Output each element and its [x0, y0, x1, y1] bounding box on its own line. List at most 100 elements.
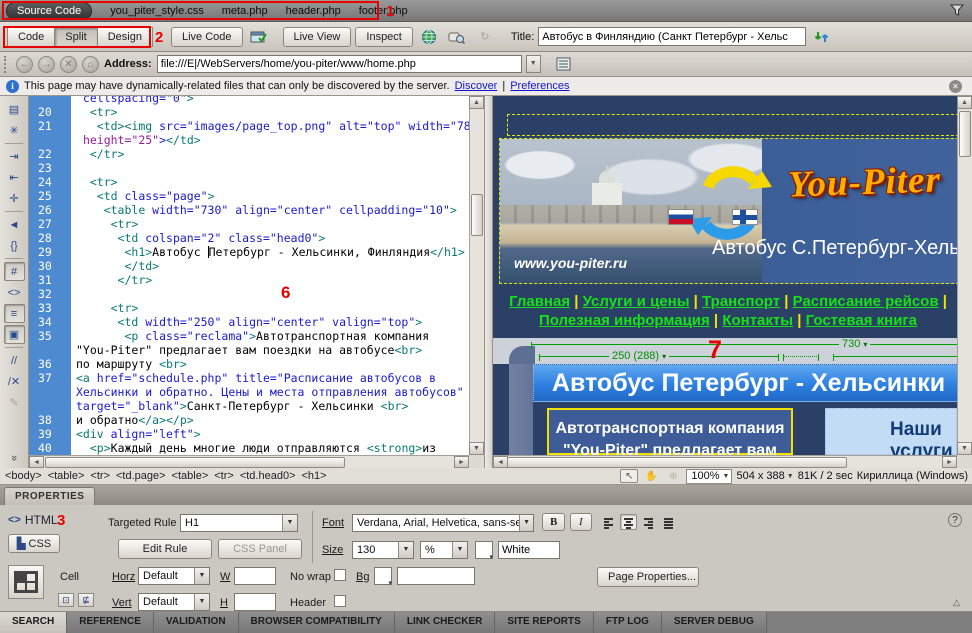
line-numbers-icon[interactable]: #: [4, 262, 25, 281]
discover-link[interactable]: Discover: [455, 80, 498, 92]
scroll-right-icon[interactable]: ►: [942, 456, 957, 468]
bg-color-swatch[interactable]: [374, 567, 392, 585]
code-line[interactable]: 23: [29, 161, 469, 175]
code-navigator-icon[interactable]: ▣: [4, 325, 25, 344]
code-line[interactable]: 28 <td colspan="2" class="head0">: [29, 231, 469, 245]
scroll-up-icon[interactable]: ▲: [469, 96, 484, 109]
html-mode-button[interactable]: <> HTML: [8, 513, 60, 527]
cell-height-input[interactable]: [234, 593, 276, 611]
nav-link[interactable]: Главная: [509, 293, 570, 310]
cell-width-input[interactable]: [234, 567, 276, 585]
remove-comment-icon[interactable]: /✕: [4, 372, 25, 391]
code-line[interactable]: 24 <tr>: [29, 175, 469, 189]
edit-rule-button[interactable]: Edit Rule: [118, 539, 212, 559]
forward-icon[interactable]: →: [38, 56, 55, 73]
results-tab-site-reports[interactable]: SITE REPORTS: [495, 612, 593, 633]
check-browser-compatibility-icon[interactable]: [247, 27, 271, 47]
nav-link[interactable]: Полезная информация: [539, 312, 710, 329]
back-icon[interactable]: ←: [16, 56, 33, 73]
column-width-label-250[interactable]: 250 (288) ▾: [609, 350, 669, 362]
highlight-invalid-code-icon[interactable]: <>: [4, 283, 25, 302]
results-tab-link-checker[interactable]: LINK CHECKER: [395, 612, 496, 633]
targeted-rule-combo[interactable]: H1▼: [180, 514, 298, 532]
code-line[interactable]: 20 <tr>: [29, 105, 469, 119]
code-line[interactable]: 30 </td>: [29, 259, 469, 273]
scroll-more-icon[interactable]: »: [8, 455, 20, 461]
tag-selector-item[interactable]: <body>: [5, 470, 42, 482]
show-live-code-icon[interactable]: ✳: [4, 121, 25, 140]
split-view-button[interactable]: Split: [54, 27, 97, 47]
design-vertical-scrollbar[interactable]: ▲ ▼: [957, 96, 972, 455]
nowrap-checkbox[interactable]: [334, 569, 346, 581]
select-tool-icon[interactable]: ↖: [620, 469, 638, 483]
code-line[interactable]: 36по маршруту <br>: [29, 357, 469, 371]
table-width-line-730[interactable]: 730 ▾: [531, 344, 957, 345]
open-documents-icon[interactable]: ▤: [4, 100, 25, 119]
css-panel-button[interactable]: CSS Panel: [218, 539, 302, 559]
code-line[interactable]: 39<div align="left">: [29, 427, 469, 441]
reclama-cell[interactable]: Автотранспортная компания "You-Piter" пр…: [547, 408, 793, 455]
unit-combo[interactable]: %▼: [420, 541, 468, 559]
align-left-icon[interactable]: [600, 514, 617, 530]
design-vscroll-thumb[interactable]: [959, 111, 971, 157]
results-tab-reference[interactable]: REFERENCE: [67, 612, 154, 633]
horz-combo[interactable]: Default▼: [138, 567, 210, 585]
align-center-icon[interactable]: [620, 514, 637, 530]
code-horizontal-scrollbar[interactable]: ◄ ►: [29, 455, 469, 468]
tag-selector-item[interactable]: <td.page>: [116, 470, 166, 482]
code-line[interactable]: 26 <table width="730" align="center" cel…: [29, 203, 469, 217]
zoom-tool-icon[interactable]: ⊕: [664, 469, 682, 483]
tag-selector-item[interactable]: <table>: [48, 470, 85, 482]
related-file-tab[interactable]: meta.php: [222, 5, 268, 17]
size-combo[interactable]: 130▼: [352, 541, 414, 559]
code-line[interactable]: 29 <h1>Автобус Петербург - Хельсинки, Фи…: [29, 245, 469, 259]
merge-cells-icon[interactable]: ⊡: [58, 593, 74, 607]
design-canvas[interactable]: You-Piter Автобус С.Петербург-Хельсинки …: [493, 96, 957, 455]
page-heading-h1[interactable]: Автобус Петербург - Хельсинки: [533, 364, 957, 402]
code-line[interactable]: 25 <td class="page">: [29, 189, 469, 203]
column-width-line-250[interactable]: 250 (288) ▾: [539, 356, 779, 357]
balance-braces-icon[interactable]: {}: [4, 236, 25, 255]
code-line[interactable]: cellspacing="0">: [29, 96, 469, 105]
design-view[interactable]: You-Piter Автобус С.Петербург-Хельсинки …: [493, 96, 972, 468]
tag-selector-item[interactable]: <h1>: [302, 470, 327, 482]
code-lines[interactable]: cellspacing="0">20 <tr>21 <td><img src="…: [29, 96, 469, 455]
code-view-button[interactable]: Code: [7, 27, 55, 47]
preferences-link[interactable]: Preferences: [510, 80, 569, 92]
results-tab-search[interactable]: SEARCH: [0, 612, 67, 633]
results-tab-server-debug[interactable]: SERVER DEBUG: [662, 612, 767, 633]
properties-tab[interactable]: PROPERTIES: [4, 487, 95, 505]
code-line[interactable]: 21 <td><img src="images/page_top.png" al…: [29, 119, 469, 133]
align-justify-icon[interactable]: [660, 514, 677, 530]
tag-selector-item[interactable]: <tr>: [214, 470, 234, 482]
related-file-tab[interactable]: header.php: [286, 5, 341, 17]
select-parent-tag-icon[interactable]: ◄: [4, 215, 25, 234]
document-title-input[interactable]: [538, 27, 806, 46]
align-right-icon[interactable]: [640, 514, 657, 530]
collapse-selection-icon[interactable]: ⇤: [4, 168, 25, 187]
results-tab-ftp-log[interactable]: FTP LOG: [594, 612, 662, 633]
site-banner[interactable]: You-Piter Автобус С.Петербург-Хельсинки …: [499, 138, 957, 284]
results-tab-browser-compatibility[interactable]: BROWSER COMPATIBILITY: [239, 612, 395, 633]
file-management-icon[interactable]: [810, 27, 834, 47]
font-combo[interactable]: Verdana, Arial, Helvetica, sans-serif▼: [352, 514, 534, 532]
design-view-button[interactable]: Design: [97, 27, 153, 47]
split-cell-icon[interactable]: ⋢: [78, 593, 94, 607]
address-dropdown-icon[interactable]: ▼: [526, 55, 541, 73]
source-code-tab[interactable]: Source Code: [6, 2, 92, 20]
magnification-combo[interactable]: 100%▼: [686, 469, 732, 484]
apply-comment-icon[interactable]: //: [4, 351, 25, 370]
design-hscroll-thumb[interactable]: [507, 457, 847, 468]
text-color-swatch[interactable]: [475, 541, 493, 559]
code-hscroll-thumb[interactable]: [45, 457, 345, 468]
home-icon[interactable]: ⌂: [82, 56, 99, 73]
refresh-design-view-icon[interactable]: ↻: [473, 27, 497, 47]
bold-button[interactable]: B: [542, 513, 565, 531]
live-view-button[interactable]: Live View: [283, 27, 352, 47]
code-line[interactable]: 33 <tr>: [29, 301, 469, 315]
live-code-button[interactable]: Live Code: [171, 27, 243, 47]
expand-all-icon[interactable]: ✛: [4, 189, 25, 208]
scroll-down-icon[interactable]: ▼: [469, 442, 484, 455]
results-tab-validation[interactable]: VALIDATION: [154, 612, 239, 633]
related-file-tab[interactable]: footer.php: [359, 5, 408, 17]
